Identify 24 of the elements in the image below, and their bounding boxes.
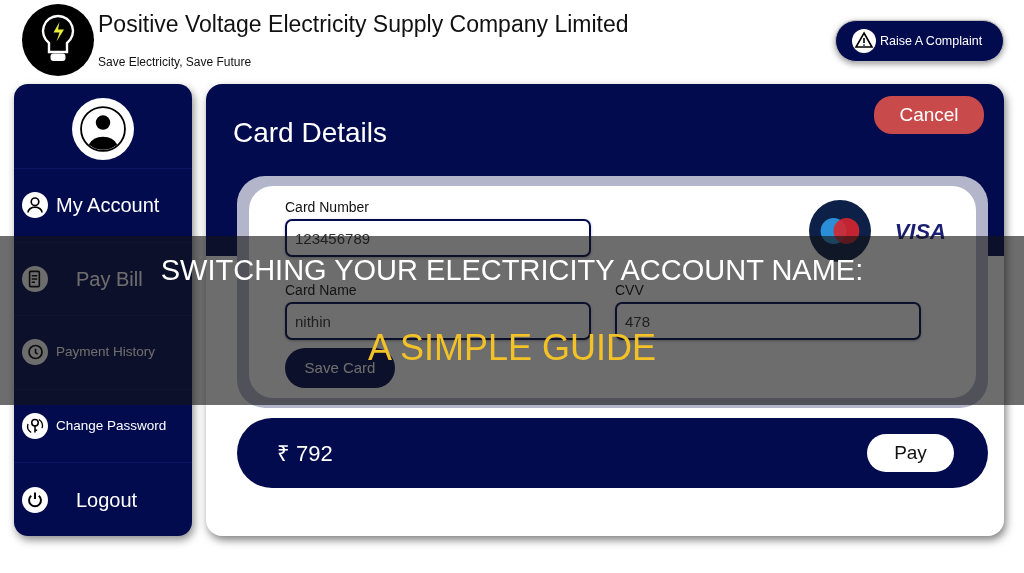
panel-title: Card Details bbox=[233, 116, 388, 150]
receipt-icon bbox=[22, 265, 48, 292]
sidebar-item[interactable]: Change Password bbox=[22, 413, 167, 440]
lightbulb-icon bbox=[22, 4, 94, 76]
key-icon bbox=[22, 413, 48, 440]
card-logo-icon bbox=[808, 200, 871, 262]
sidebar-item[interactable]: Logout bbox=[22, 484, 138, 515]
warning-icon bbox=[852, 29, 876, 53]
pay-button[interactable]: Pay bbox=[867, 434, 954, 472]
complaint-button[interactable]: Raise A Complaint bbox=[835, 20, 1004, 62]
person-icon bbox=[22, 192, 48, 219]
power-icon bbox=[22, 486, 48, 513]
sidebar-item[interactable]: Payment History bbox=[22, 339, 156, 366]
cancel-button[interactable]: Cancel bbox=[874, 96, 984, 134]
avatar-icon bbox=[72, 98, 134, 160]
sidebar-item[interactable]: Pay Bill bbox=[22, 263, 143, 294]
history-icon bbox=[22, 339, 48, 366]
sidebar-item[interactable]: My Account bbox=[22, 190, 160, 221]
field-label: Card Name bbox=[285, 283, 358, 299]
field-label: CVV bbox=[615, 283, 645, 299]
field-label: Card Number bbox=[285, 200, 371, 216]
amount: ₹ 792 bbox=[277, 439, 333, 468]
company-name: Positive Voltage Electricity Supply Company Limited bbox=[98, 12, 629, 38]
tagline: Save Electricity, Save Future bbox=[98, 54, 253, 72]
